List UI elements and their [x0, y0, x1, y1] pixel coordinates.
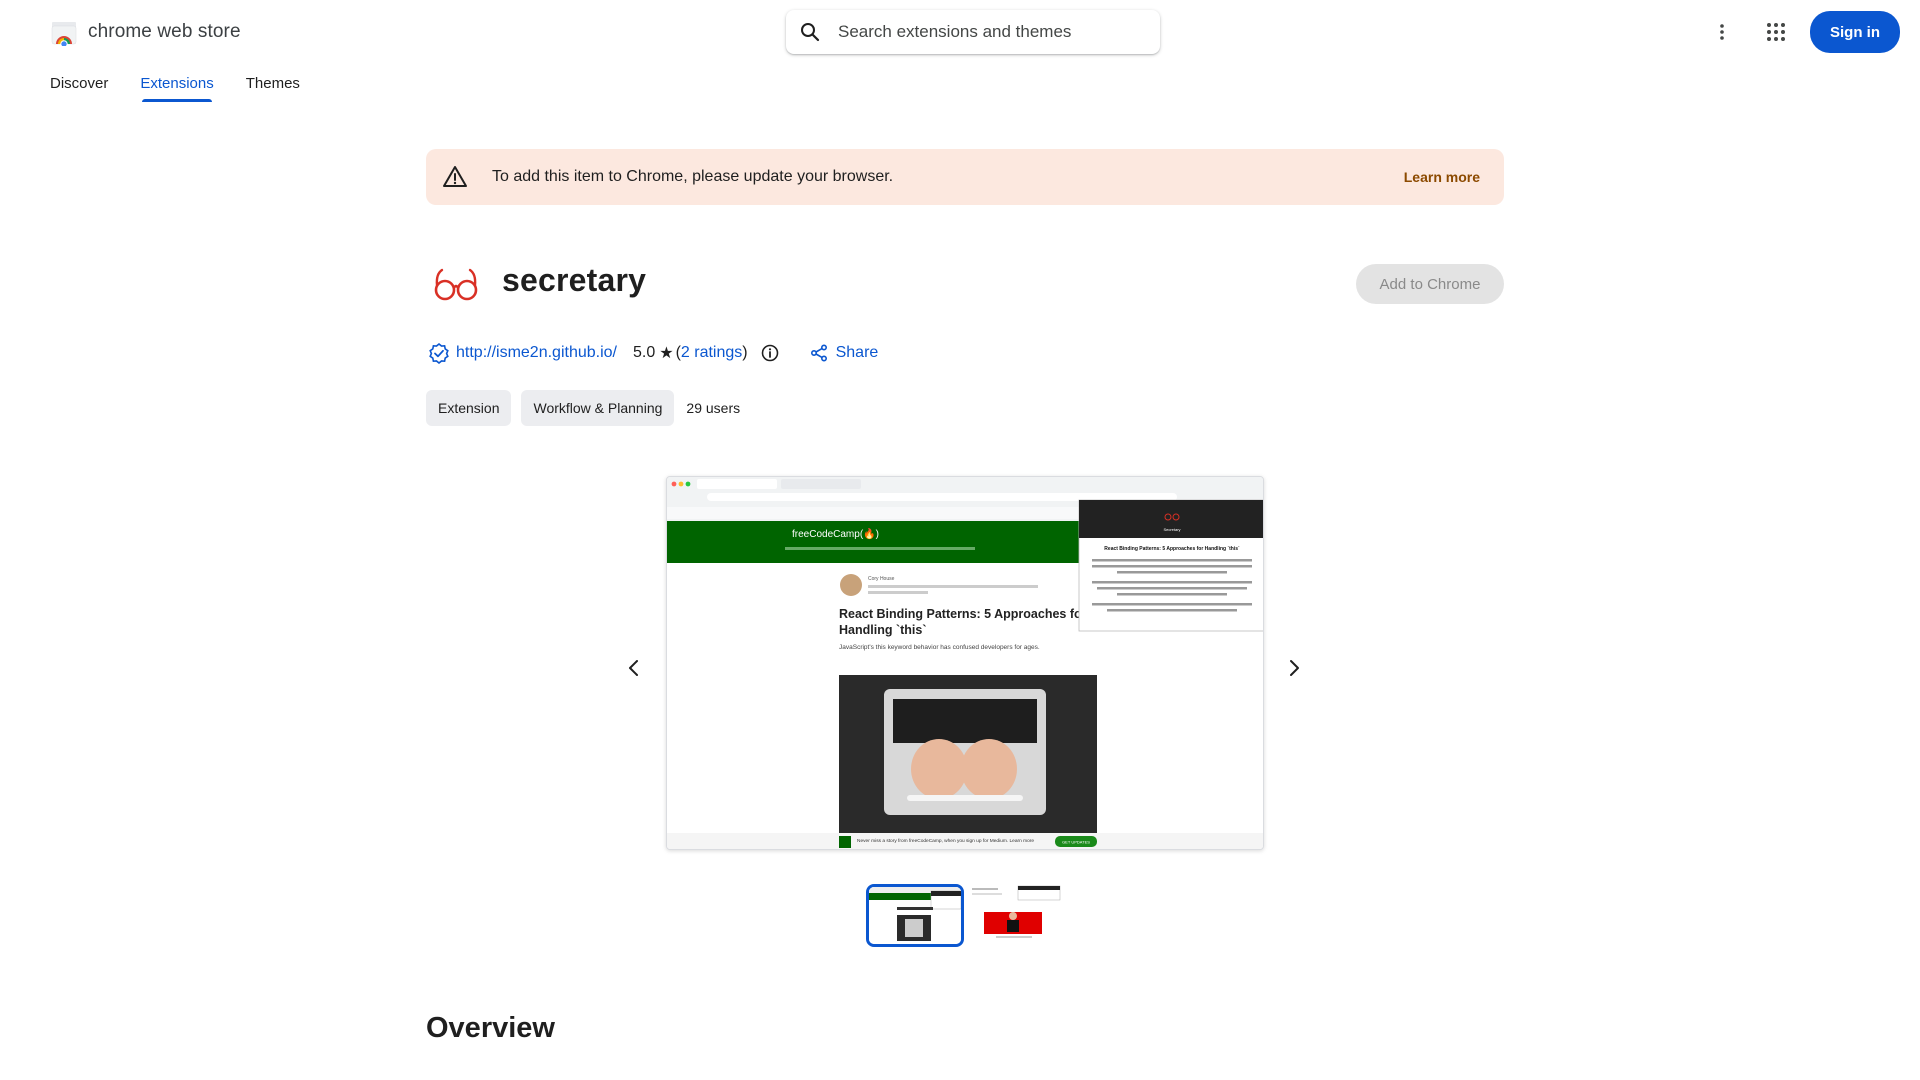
carousel-prev-button[interactable]: [620, 648, 648, 688]
share-button[interactable]: Share: [810, 344, 879, 362]
screenshot-article-title-1: React Binding Patterns: 5 Approaches for: [839, 607, 1087, 621]
warning-icon: [443, 166, 467, 187]
screenshot-article-subtitle: JavaScript's this keyword behavior has c…: [839, 644, 1040, 651]
screenshot-popup-title: React Binding Patterns: 5 Approaches for…: [1104, 546, 1240, 552]
main-nav: Discover Extensions Themes: [50, 72, 332, 102]
screenshot-author: Cory House: [868, 576, 895, 582]
search-box[interactable]: [786, 10, 1160, 54]
tab-themes[interactable]: Themes: [246, 72, 300, 102]
add-to-chrome-button[interactable]: Add to Chrome: [1356, 264, 1504, 304]
category-chips: Extension Workflow & Planning 29 users: [426, 390, 740, 426]
star-icon: ★: [659, 345, 674, 362]
banner-message: To add this item to Chrome, please updat…: [492, 168, 894, 185]
brand-link[interactable]: chrome web store: [50, 18, 241, 46]
update-browser-banner: To add this item to Chrome, please updat…: [426, 149, 1504, 205]
brand-name: chrome web store: [88, 21, 241, 42]
screenshot-article-title-2: Handling `this`: [839, 623, 927, 637]
share-label: Share: [835, 344, 879, 361]
share-icon: [810, 344, 827, 362]
publisher-website-link[interactable]: http://isme2n.github.io/: [456, 344, 617, 362]
apps-grid-icon: [1767, 23, 1785, 41]
extension-meta-row: http://isme2n.github.io/ 5.0 ★ (2 rating…: [428, 342, 878, 364]
tab-extensions[interactable]: Extensions: [140, 72, 214, 102]
more-vert-icon: [1720, 24, 1724, 40]
extension-logo-glasses-icon: [434, 268, 478, 301]
screenshot-main[interactable]: freeCodeCamp(🔥) Cory House React Binding…: [666, 476, 1264, 850]
chrome-web-store-logo: [51, 22, 77, 46]
extension-title: secretary: [502, 262, 647, 298]
more-options-button[interactable]: [1702, 12, 1742, 52]
screenshot-thumbnail-1[interactable]: [866, 884, 964, 947]
screenshot-popup-brand: Secretary: [1163, 527, 1180, 532]
search-icon: [801, 23, 820, 42]
users-count: 29 users: [686, 400, 741, 416]
chevron-left-icon: [629, 660, 638, 676]
screenshot-image: freeCodeCamp(🔥) Cory House React Binding…: [667, 477, 1263, 849]
top-header: chrome web store Sign in: [0, 0, 1920, 64]
verified-badge-icon: [429, 342, 449, 364]
overview-heading: Overview: [426, 1012, 555, 1044]
learn-more-link[interactable]: Learn more: [1404, 169, 1480, 185]
tab-discover[interactable]: Discover: [50, 72, 108, 102]
header-actions: Sign in: [1702, 11, 1900, 53]
thumbnail-1-image: [869, 887, 961, 944]
google-apps-button[interactable]: [1756, 12, 1796, 52]
chip-category[interactable]: Workflow & Planning: [521, 390, 675, 426]
thumbnail-2-image: [970, 884, 1062, 947]
screenshot-site-name: freeCodeCamp(🔥): [792, 527, 879, 540]
info-icon[interactable]: [760, 343, 780, 363]
rating-value: 5.0: [632, 344, 656, 361]
chevron-right-icon: [1290, 660, 1299, 676]
screenshot-footer-text: Never miss a story from freeCodeCamp, wh…: [857, 838, 1034, 844]
ratings-close-paren: ): [742, 344, 748, 361]
screenshot-thumbnail-2[interactable]: [970, 884, 1062, 947]
carousel-next-button[interactable]: [1280, 648, 1308, 688]
ratings-count-link[interactable]: 2 ratings: [681, 344, 742, 362]
sign-in-button[interactable]: Sign in: [1810, 11, 1900, 53]
chip-item-type[interactable]: Extension: [426, 390, 512, 426]
search-input[interactable]: [838, 22, 1138, 42]
screenshot-footer-button: GET UPDATES: [1062, 840, 1090, 845]
